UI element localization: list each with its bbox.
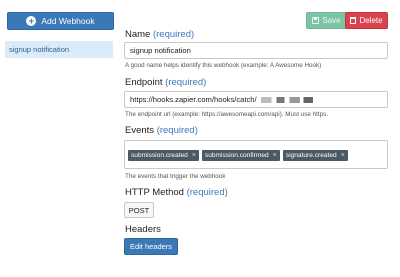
event-tag-label: submission.created [131,152,188,159]
endpoint-help: The endpoint url (example: https://aweso… [125,111,328,118]
endpoint-value: https://hooks.zapier.com/hooks/catch/ [130,95,257,104]
name-required: (required) [152,29,195,40]
delete-button[interactable]: Delete [345,12,388,29]
endpoint-required: (required) [165,77,207,88]
events-multiselect[interactable]: submission.created × submission.confirme… [124,140,388,169]
events-label: Events (required) [125,125,198,136]
endpoint-input[interactable]: https://hooks.zapier.com/hooks/catch/ [124,91,388,108]
save-button[interactable]: Save [306,12,347,29]
sidebar-item-label: signup notification [9,45,70,54]
http-method-select[interactable]: POST [124,202,154,218]
save-disk-icon [312,17,320,24]
delete-label: Delete [359,16,383,25]
remove-tag-icon[interactable]: × [192,152,196,159]
method-label-text: HTTP Method [125,187,184,198]
headers-label: Headers [125,224,161,235]
redacted-url-segment [260,96,313,103]
http-method-value: POST [128,205,150,215]
endpoint-label: Endpoint (required) [125,77,206,88]
add-webhook-button[interactable]: + Add Webhook [7,12,114,30]
name-input[interactable]: signup notification [124,42,388,59]
events-label-text: Events [125,125,155,136]
name-help: A good name helps identify this webhook … [125,62,322,69]
edit-headers-label: Edit headers [129,242,173,251]
event-tag-label: submission.confirmed [204,152,269,159]
method-required: (required) [186,187,228,198]
event-tag: submission.confirmed × [201,150,280,161]
event-tag: signature.created × [282,150,348,161]
remove-tag-icon[interactable]: × [341,152,345,159]
sidebar: + Add Webhook signup notification [0,0,118,277]
remove-tag-icon[interactable]: × [273,152,277,159]
edit-headers-button[interactable]: Edit headers [124,238,178,255]
event-tag-label: signature.created [285,152,337,159]
name-value: signup notification [130,46,191,55]
sidebar-item-webhook[interactable]: signup notification [5,41,113,58]
headers-label-text: Headers [125,224,161,235]
method-label: HTTP Method (required) [125,187,228,198]
save-label: Save [322,16,341,25]
endpoint-label-text: Endpoint [125,77,163,88]
events-required: (required) [156,125,198,136]
trash-icon [350,17,357,24]
name-label-text: Name [125,29,151,40]
events-help: The events that trigger the webhook [125,173,226,180]
plus-circle-icon: + [26,16,37,26]
name-label: Name (required) [125,29,194,40]
webhook-form: Save Delete Name (required) signup notif… [118,0,400,277]
event-tag: submission.created × [128,150,199,161]
add-webhook-label: Add Webhook [41,16,95,26]
